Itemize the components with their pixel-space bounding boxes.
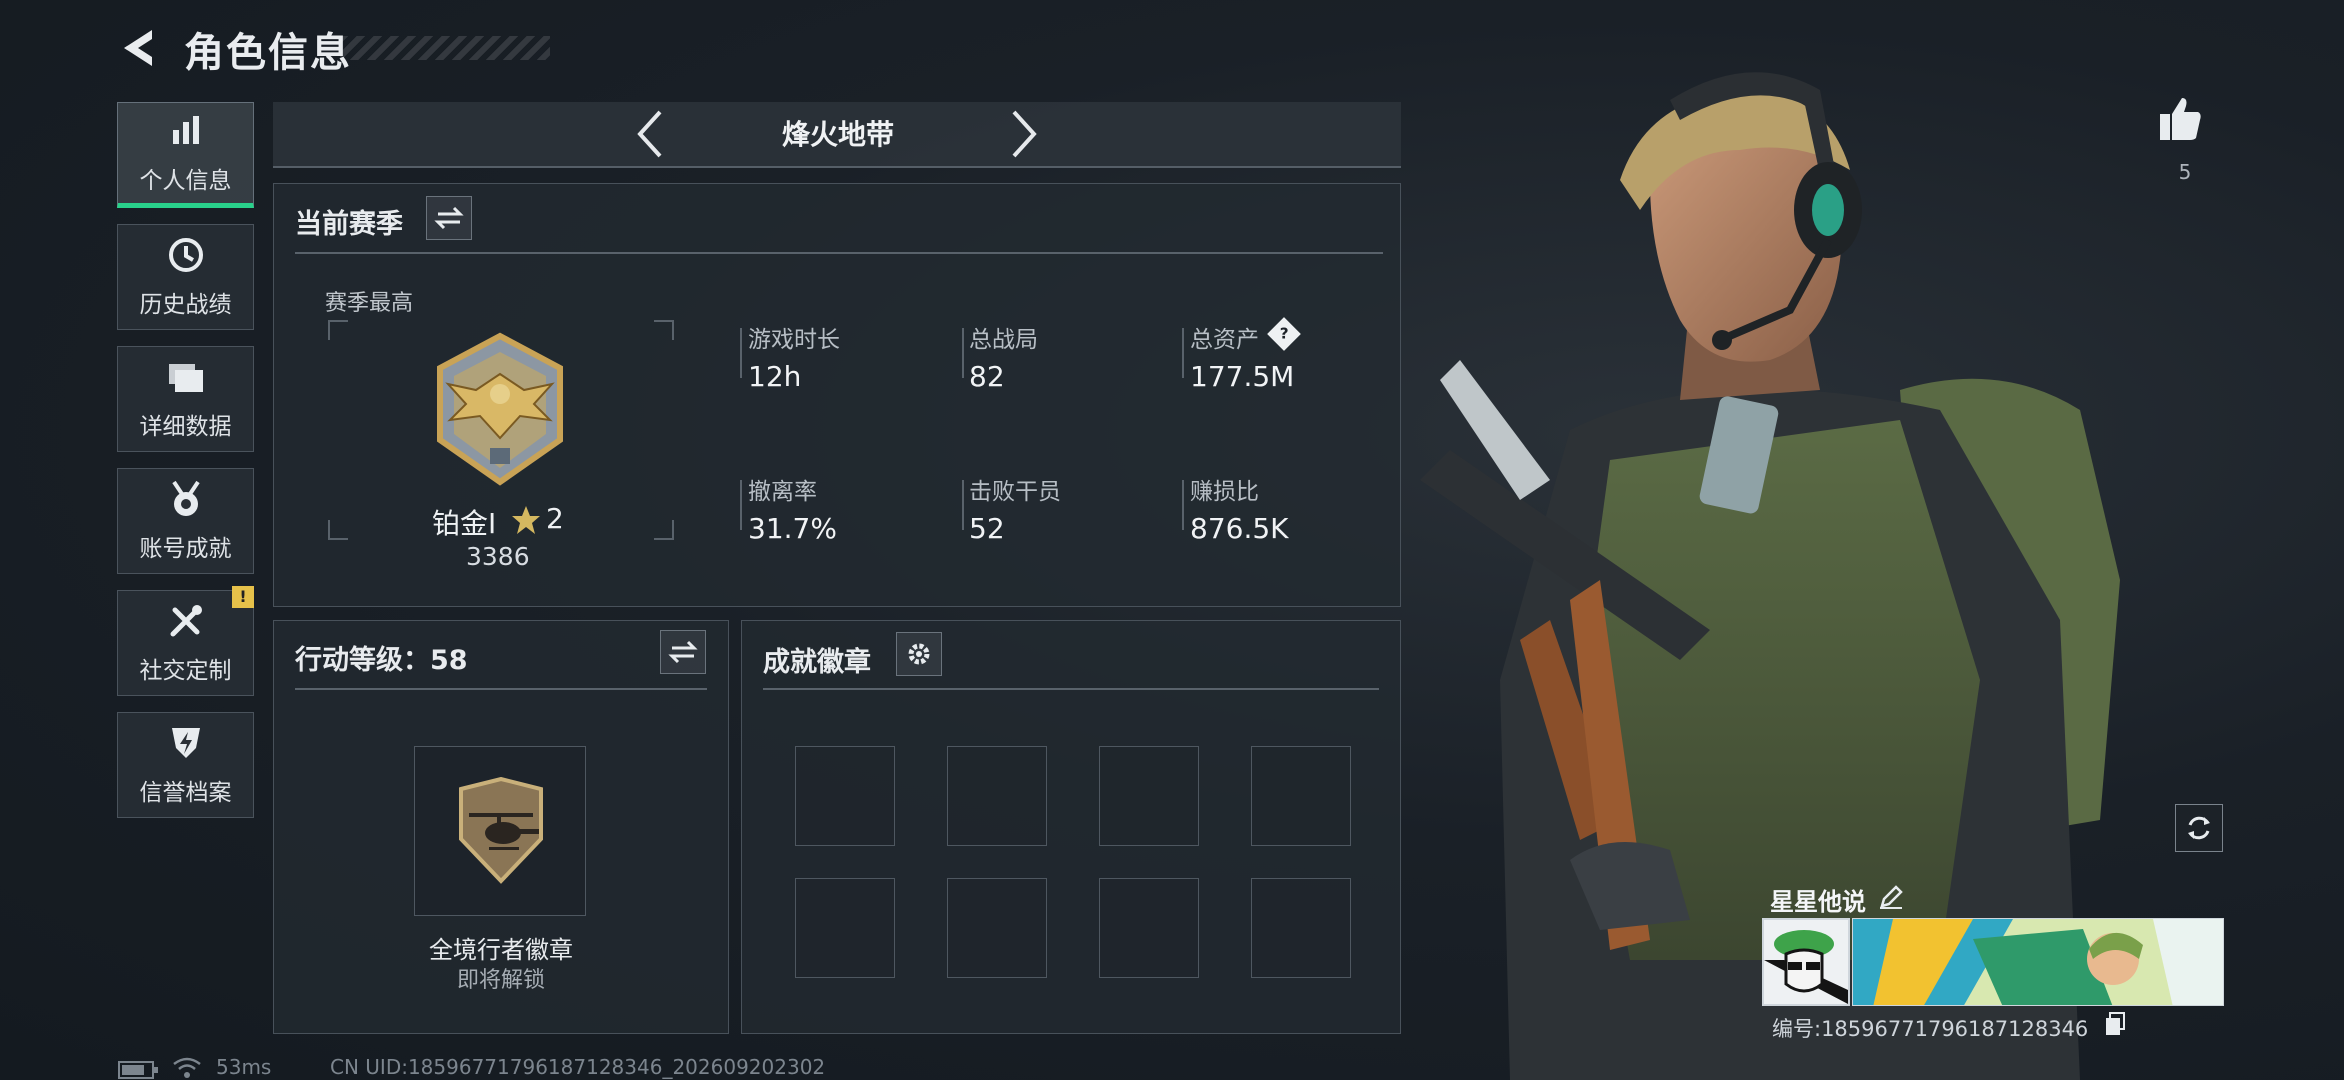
sidebar-item-detailed-data[interactable]: 详细数据: [117, 346, 254, 452]
achievement-slot[interactable]: [1251, 746, 1351, 846]
stat-separator: [1182, 480, 1184, 530]
chevron-left-icon[interactable]: [630, 108, 670, 160]
thumbs-up-icon[interactable]: [2158, 96, 2202, 142]
frame-corner: [328, 320, 348, 340]
refresh-button[interactable]: [2175, 804, 2223, 852]
like-count: 5: [2178, 160, 2192, 184]
wifi-icon: [173, 1057, 201, 1078]
achievements-title: 成就徽章: [763, 647, 871, 678]
star-icon: [512, 506, 540, 534]
achievements-divider: [763, 688, 1379, 690]
rank-name: 铂金Ⅰ: [432, 507, 497, 540]
copy-icon[interactable]: [2104, 1012, 2126, 1036]
season-divider: [295, 252, 1383, 254]
action-level-divider: [295, 688, 707, 690]
achievement-slot[interactable]: [1099, 746, 1199, 846]
stat-value-operators-defeated: 52: [969, 512, 1005, 545]
sidebar-item-label: 社交定制: [139, 658, 232, 684]
achievement-slot[interactable]: [795, 746, 895, 846]
avatar[interactable]: [1762, 918, 1850, 1006]
frame-corner: [328, 520, 348, 540]
edit-icon[interactable]: [1878, 884, 1904, 910]
stat-label-profit-loss: 赚损比: [1190, 479, 1259, 505]
sidebar-item-label: 详细数据: [139, 414, 232, 440]
stat-value-total-matches: 82: [969, 360, 1005, 393]
title-decoration: [340, 36, 550, 60]
stat-label-play-time: 游戏时长: [748, 327, 840, 353]
stat-label-total-assets: 总资产: [1190, 327, 1259, 353]
stat-value-play-time: 12h: [748, 360, 802, 393]
uid-text: CN UID:18596771796187128346_202609202302: [330, 1055, 826, 1079]
season-best-label: 赛季最高: [325, 291, 414, 316]
player-id: 编号:18596771796187128346: [1772, 1017, 2089, 1041]
refresh-icon: [2188, 816, 2210, 840]
helicopter-badge-icon: [459, 777, 543, 884]
frame-corner: [654, 320, 674, 340]
stat-label-operators-defeated: 击败干员: [969, 479, 1061, 505]
map-name: 烽火地带: [781, 118, 894, 151]
page-title: 角色信息: [184, 30, 352, 76]
stat-separator: [1182, 328, 1184, 378]
sidebar-item-personal-info[interactable]: 个人信息: [117, 102, 254, 208]
shield-bolt-icon: [166, 723, 206, 763]
action-level-switch-button[interactable]: [660, 630, 706, 674]
achievement-slot[interactable]: [947, 878, 1047, 978]
sidebar-item-history[interactable]: 历史战绩: [117, 224, 254, 330]
rank-score: 3386: [466, 542, 530, 571]
badge-frame[interactable]: [414, 746, 586, 916]
sidebar-item-label: 个人信息: [139, 168, 232, 194]
stat-separator: [740, 480, 742, 530]
stat-value-extraction-rate: 31.7%: [748, 512, 837, 545]
notification-badge: !: [232, 586, 254, 608]
folder-icon: [166, 357, 206, 397]
stat-value-profit-loss: 876.5K: [1190, 512, 1289, 545]
gear-icon: [908, 643, 930, 665]
medal-icon: [166, 479, 206, 519]
achievement-slot[interactable]: [1099, 878, 1199, 978]
season-title: 当前赛季: [295, 209, 403, 240]
stat-label-total-matches: 总战局: [969, 327, 1038, 353]
back-button[interactable]: [118, 26, 162, 70]
sidebar-item-label: 信誉档案: [139, 780, 232, 806]
stat-separator: [962, 480, 964, 530]
chevron-right-icon[interactable]: [1004, 108, 1044, 160]
ping-value: 53ms: [216, 1055, 272, 1079]
profile-banner[interactable]: [1852, 918, 2224, 1006]
rank-stars: 2: [546, 502, 564, 535]
achievement-slot[interactable]: [947, 746, 1047, 846]
battery-icon: [118, 1061, 158, 1079]
action-level-title: 行动等级：58: [295, 645, 468, 676]
swap-icon: [668, 640, 698, 664]
badge-status: 即将解锁: [456, 968, 545, 993]
platinum-rank-emblem: [437, 332, 563, 486]
history-icon: [166, 235, 206, 275]
achievement-slot[interactable]: [1251, 878, 1351, 978]
sidebar-item-label: 账号成就: [139, 536, 232, 562]
achievements-settings-button[interactable]: [896, 632, 942, 676]
player-name: 星星他说: [1770, 888, 1866, 916]
stat-separator: [740, 328, 742, 378]
badge-name: 全境行者徽章: [429, 936, 573, 964]
sidebar-item-credit-file[interactable]: 信誉档案: [117, 712, 254, 818]
season-switch-button[interactable]: [426, 196, 472, 240]
stat-value-total-assets: 177.5M: [1190, 360, 1295, 393]
tools-icon: [166, 601, 206, 641]
frame-corner: [654, 520, 674, 540]
swap-icon: [434, 206, 464, 230]
stat-label-extraction-rate: 撤离率: [748, 479, 817, 505]
stat-separator: [962, 328, 964, 378]
sidebar-item-label: 历史战绩: [139, 292, 232, 318]
bar-chart-icon: [166, 111, 206, 151]
sidebar-item-achievements[interactable]: 账号成就: [117, 468, 254, 574]
achievement-slot[interactable]: [795, 878, 895, 978]
